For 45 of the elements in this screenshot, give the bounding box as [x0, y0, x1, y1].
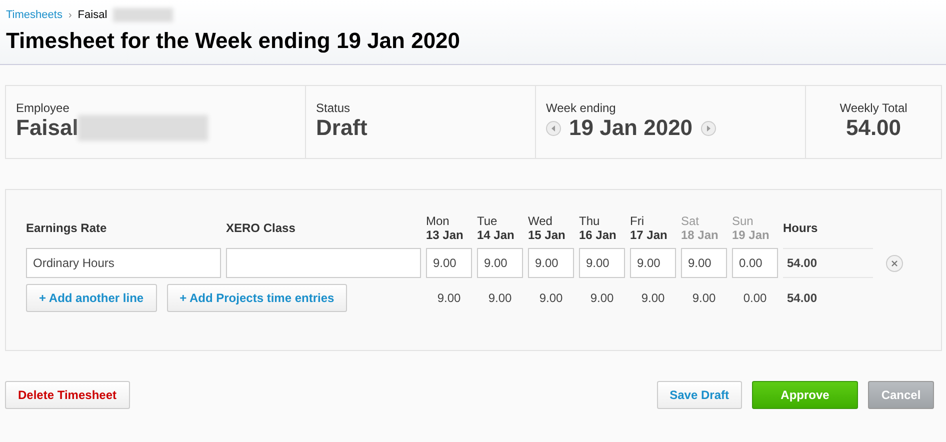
close-icon — [891, 260, 898, 266]
earnings-rate-field[interactable]: Ordinary Hours — [26, 248, 221, 278]
day-total: 9.00 — [691, 291, 717, 305]
hours-field[interactable]: 9.00 — [630, 248, 676, 278]
day-total: 0.00 — [742, 291, 768, 305]
day-total: 9.00 — [436, 291, 462, 305]
row-total: 54.00 — [783, 248, 873, 278]
breadcrumb-link[interactable]: Timesheets — [6, 9, 62, 21]
day-header: Wed 15 Jan — [528, 214, 566, 242]
remove-row-button[interactable] — [886, 254, 903, 272]
weekly-total-label: Weekly Total — [838, 101, 908, 115]
day-total: 9.00 — [487, 291, 513, 305]
status-value: Draft — [316, 115, 368, 141]
day-header: Tue 14 Jan — [477, 214, 516, 242]
day-header: Mon 13 Jan — [426, 214, 464, 242]
grand-total: 54.00 — [786, 291, 818, 305]
weekly-total-value: 54.00 — [846, 115, 902, 141]
day-header: Sat 18 Jan — [681, 214, 720, 242]
column-header: XERO Class — [226, 221, 296, 235]
hours-field[interactable]: 9.00 — [528, 248, 574, 278]
employee-label: Employee — [16, 101, 70, 115]
delete-timesheet-button[interactable]: Delete Timesheet — [5, 381, 130, 409]
hours-field[interactable]: 9.00 — [477, 248, 523, 278]
day-header: Sun 19 Jan — [732, 214, 770, 242]
week-ending-date: 19 Jan 2020 — [569, 115, 693, 141]
week-ending-label: Week ending — [546, 101, 617, 115]
day-total: 9.00 — [589, 291, 615, 305]
hours-field[interactable]: 9.00 — [681, 248, 727, 278]
hours-field[interactable]: 0.00 — [732, 248, 778, 278]
class-field[interactable] — [226, 248, 421, 278]
page-title: Timesheet for the Week ending 19 Jan 2020 — [6, 28, 462, 54]
hours-field[interactable]: 9.00 — [579, 248, 625, 278]
day-total: 9.00 — [538, 291, 564, 305]
next-week-button[interactable] — [700, 120, 716, 136]
column-header: Earnings Rate — [26, 221, 108, 235]
employee-name: Faisal — [16, 115, 78, 141]
status-label: Status — [316, 101, 352, 115]
breadcrumb-separator: › — [68, 10, 72, 20]
day-total: 9.00 — [640, 291, 666, 305]
column-header: Hours — [783, 221, 819, 235]
breadcrumb-current: Faisal — [78, 9, 108, 21]
previous-week-button[interactable] — [546, 120, 561, 136]
day-header: Fri 17 Jan — [630, 214, 668, 242]
day-header: Thu 16 Jan — [579, 214, 618, 242]
hours-field[interactable]: 9.00 — [426, 248, 472, 278]
